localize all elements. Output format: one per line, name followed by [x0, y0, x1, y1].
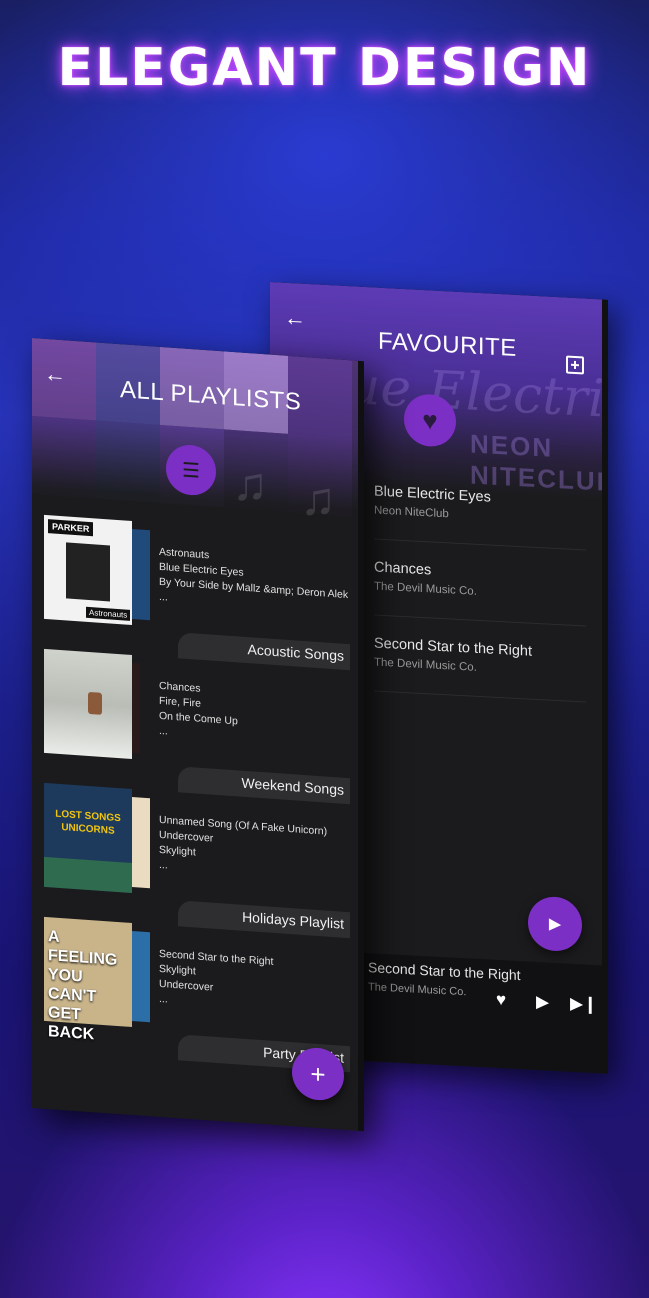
- playlist-cover: [44, 648, 132, 759]
- playlist-card-acoustic[interactable]: PARKER Astronauts Astronauts Blue Electr…: [32, 514, 364, 671]
- playlist-name: Weekend Songs: [241, 774, 344, 798]
- playlist-cover: A FEELING YOU CAN'T GET BACK: [44, 916, 132, 1043]
- now-playing-artist: The Devil Music Co.: [368, 981, 467, 999]
- phone-edge: [602, 299, 608, 1074]
- heart-icon[interactable]: ♥: [496, 990, 506, 1011]
- playlist-song-list: Chances Fire, Fire On the Come Up ...: [159, 679, 238, 745]
- back-arrow-icon[interactable]: ←: [284, 305, 306, 332]
- playlist-name: Holidays Playlist: [242, 908, 344, 932]
- now-playing-title: Second Star to the Right: [368, 959, 521, 984]
- playlist-card-holidays[interactable]: LOST SONGS UNICORNS Unnamed Song (Of A F…: [32, 782, 364, 939]
- playlist-cover: PARKER Astronauts: [44, 514, 132, 625]
- playlist-cover: LOST SONGS UNICORNS: [44, 782, 132, 893]
- play-all-button[interactable]: ▶: [528, 895, 582, 953]
- all-playlists-screen: ← ALL PLAYLISTS ☰ ♫ ♫ PARKER Astronauts …: [32, 338, 364, 1132]
- playlist-song-list: Second Star to the Right Skylight Underc…: [159, 947, 273, 1015]
- cover-art: [88, 691, 102, 715]
- music-note-icon: ♫: [232, 456, 268, 513]
- music-note-icon: ♫: [300, 471, 336, 528]
- list-item[interactable]: Blue Electric Eyes Neon NiteClub: [374, 483, 586, 551]
- cover-art: [66, 542, 110, 602]
- list-item[interactable]: Chances The Devil Music Co.: [374, 559, 586, 627]
- cover-art: [44, 856, 132, 893]
- cover-title: LOST SONGS UNICORNS: [55, 808, 121, 837]
- add-to-queue-icon[interactable]: [566, 355, 584, 375]
- cover-stack: [132, 796, 150, 889]
- back-arrow-icon[interactable]: ←: [44, 361, 66, 389]
- playlist-song-list: Astronauts Blue Electric Eyes By Your Si…: [159, 545, 348, 618]
- playlist-name: Acoustic Songs: [247, 641, 345, 664]
- cover-stack: [132, 930, 150, 1023]
- play-icon[interactable]: ▶: [536, 992, 549, 1013]
- header-art-band: NEON NITECLUB: [470, 428, 608, 498]
- cover-subtitle: Astronauts: [86, 606, 131, 621]
- cover-stack: [132, 528, 150, 621]
- cover-title: A FEELING YOU CAN'T GET BACK: [48, 928, 118, 1044]
- skip-next-icon[interactable]: ▶❙: [570, 994, 597, 1015]
- list-item[interactable]: Second Star to the Right The Devil Music…: [374, 635, 586, 703]
- headline: ELEGANT DESIGN: [57, 38, 592, 98]
- playlist-song-list: Unnamed Song (Of A Fake Unicorn) Underco…: [159, 813, 327, 885]
- playlist-card-weekend[interactable]: Chances Fire, Fire On the Come Up ... We…: [32, 648, 364, 805]
- cover-stack: [132, 662, 140, 754]
- cover-title: PARKER: [48, 519, 94, 537]
- phone-edge: [358, 360, 364, 1132]
